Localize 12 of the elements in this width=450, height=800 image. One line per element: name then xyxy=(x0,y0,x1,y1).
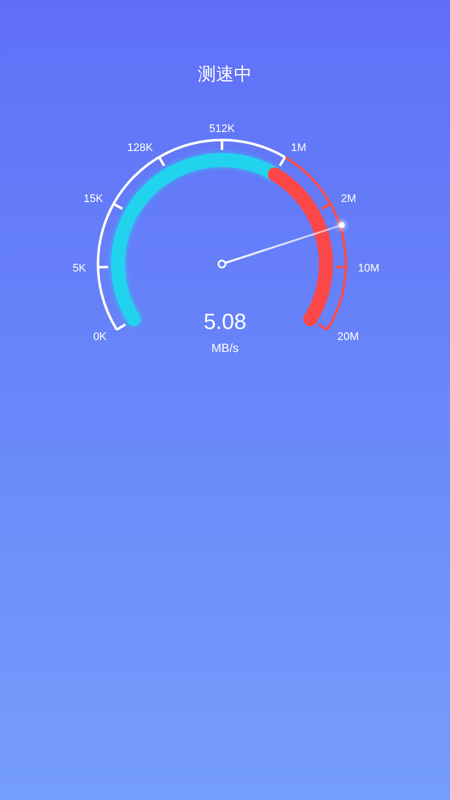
scale-label: 1M xyxy=(291,142,306,154)
scale-label: 10M xyxy=(358,262,380,275)
speed-value: 5.08 xyxy=(204,309,246,334)
scale-label: 0K xyxy=(93,331,107,344)
scale-label: 20M xyxy=(337,331,359,344)
scale-label: 5K xyxy=(72,262,86,275)
scale-label: 2M xyxy=(340,193,356,206)
screen-title: 测速中 xyxy=(198,63,252,87)
scale-label: 512K xyxy=(209,123,235,135)
scale-label: 128K xyxy=(127,142,153,154)
speed-unit: MB/s xyxy=(211,341,239,355)
scale-label: 15K xyxy=(83,193,104,206)
